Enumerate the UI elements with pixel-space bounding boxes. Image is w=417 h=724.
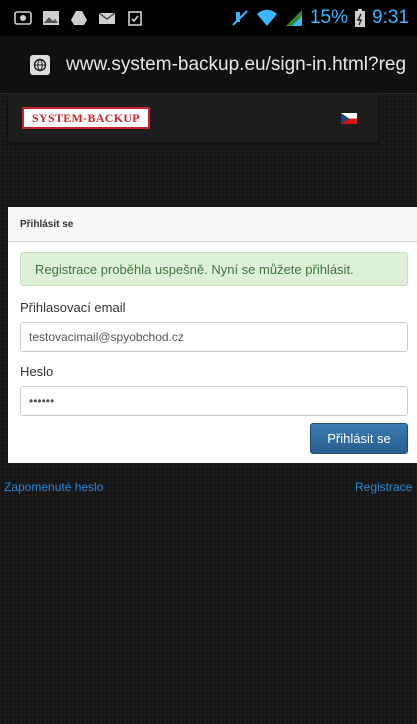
register-link[interactable]: Registrace [355,480,412,494]
email-field[interactable]: testovacimail@spyobchod.cz [20,322,408,352]
panel-title: Přihlásit se [20,218,74,230]
status-bar: 15% 9:31 [0,0,417,36]
czech-flag-icon[interactable] [341,113,357,124]
battery-percent: 15% [309,7,349,28]
url-text[interactable]: www.system-backup.eu/sign-in.html?reg [66,54,406,76]
panel-header: Přihlásit se [8,207,417,242]
browser-site-icon [30,54,50,75]
signal-icon [285,10,302,26]
logo-text: SYSTEM-BACKUP [32,110,140,125]
screenshot-icon [14,11,32,25]
clipboard-icon [128,11,142,26]
wifi-icon [256,9,277,26]
mail-icon [98,12,116,24]
email-label: Přihlasovací email [20,300,126,315]
password-value: •••••• [29,394,55,408]
battery-icon [355,9,366,27]
login-panel: Přihlásit se Registrace proběhla uspešně… [8,207,417,463]
system-status: 15% 9:31 [230,7,409,29]
mute-icon [232,10,248,26]
site-header: SYSTEM-BACKUP [8,94,378,142]
notification-icons [8,10,144,26]
site-logo[interactable]: SYSTEM-BACKUP [22,107,150,129]
success-alert: Registrace proběhla uspešně. Nyní se můž… [20,252,408,286]
drive-icon [71,11,87,25]
password-label: Heslo [20,364,54,379]
browser-url-bar[interactable]: www.system-backup.eu/sign-in.html?reg [0,36,417,94]
login-button[interactable]: Přihlásit se [310,423,408,454]
password-field[interactable]: •••••• [20,386,408,416]
email-value: testovacimail@spyobchod.cz [29,330,184,344]
forgot-password-link[interactable]: Zapomenuté heslo [4,480,103,494]
success-message: Registrace proběhla uspešně. Nyní se můž… [35,261,354,277]
gallery-icon [43,11,59,25]
clock: 9:31 [372,7,409,28]
